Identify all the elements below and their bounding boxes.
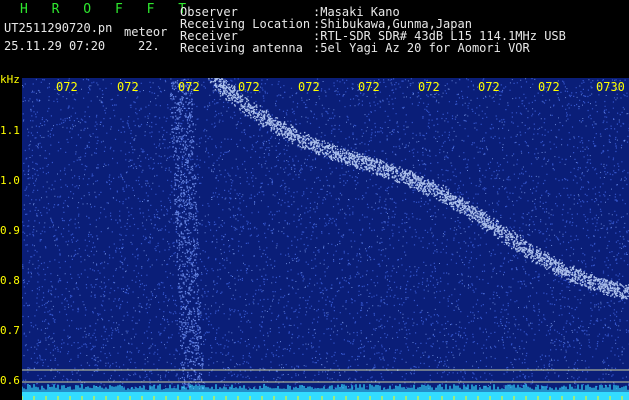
time-tick: 072 (238, 80, 260, 94)
time-tick: 072 (298, 80, 320, 94)
event-tag: meteor (124, 25, 168, 39)
time-tick: 072 (117, 80, 139, 94)
spectrogram (22, 78, 629, 400)
filename: UT2511290720.pn (4, 21, 113, 35)
freq-tick: 1.1 (0, 124, 20, 137)
antenna-value: :5el Yagi Az 20 for Aomori VOR (313, 41, 530, 55)
app-title: H R O F F T (20, 2, 195, 17)
time-tick: 072 (56, 80, 78, 94)
time-tick: 072 (538, 80, 560, 94)
time-tick: 072 (358, 80, 380, 94)
freq-tick: 0.7 (0, 324, 20, 337)
hroftt-display: H R O F F T UT2511290720.pn meteor 25.11… (0, 0, 629, 400)
freq-tick: 0.6 (0, 374, 20, 387)
antenna-label: Receiving antenna (180, 41, 303, 55)
freq-tick: 0.9 (0, 224, 20, 237)
freq-unit: kHz (0, 73, 20, 86)
time-tick: 072 (178, 80, 200, 94)
time-tick: 072 (418, 80, 440, 94)
spectrogram-canvas (22, 78, 629, 400)
time-tick: 0730 (596, 80, 625, 94)
time-tick: 072 (478, 80, 500, 94)
freq-tick: 1.0 (0, 174, 20, 187)
timestamp: 25.11.29 07:20 (4, 39, 106, 53)
freq-tick: 0.8 (0, 274, 20, 287)
spectrogram-background (22, 78, 629, 400)
extra-value: 22. (138, 39, 160, 53)
